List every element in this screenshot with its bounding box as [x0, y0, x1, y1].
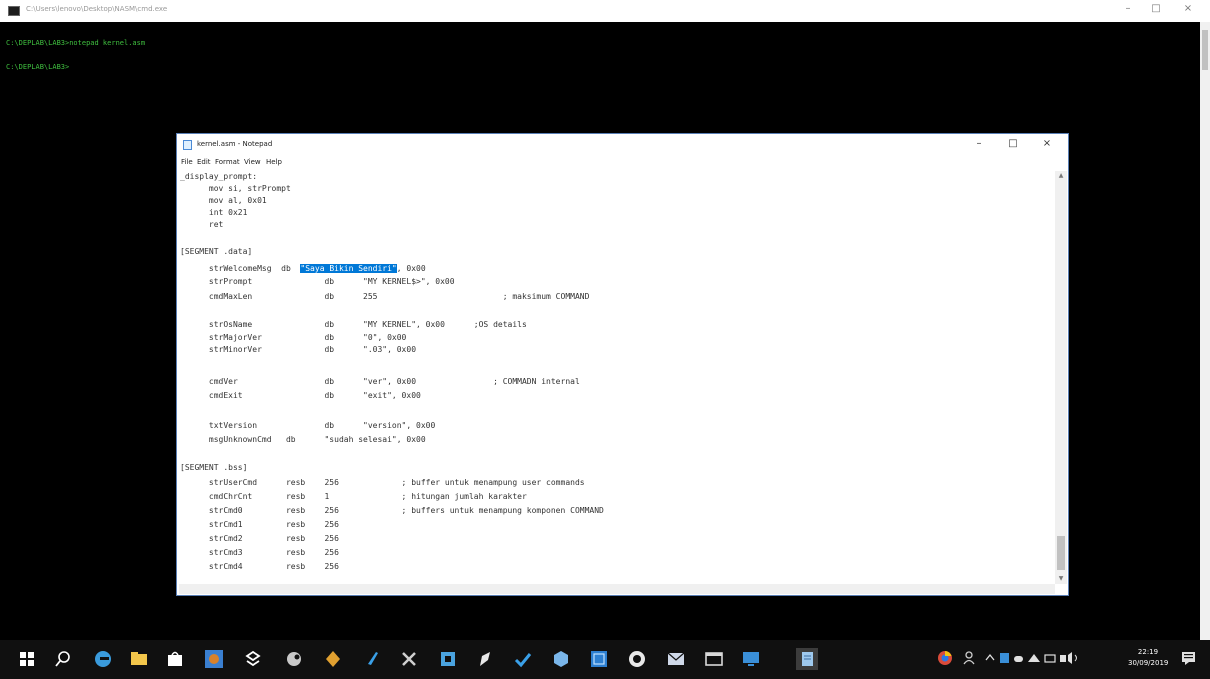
photos-icon[interactable]	[203, 648, 225, 670]
store-icon[interactable]	[164, 648, 186, 670]
close-icon[interactable]: ×	[1037, 138, 1057, 149]
minimize-icon[interactable]: –	[969, 138, 989, 149]
folder-icon[interactable]	[128, 648, 150, 670]
cube-icon[interactable]	[550, 648, 572, 670]
edge-icon[interactable]	[92, 648, 114, 670]
code-line: ret	[180, 220, 224, 229]
console-icon	[8, 6, 20, 16]
code-line: cmdChrCnt resb 1 ; hitungan jumlah karak…	[180, 492, 527, 501]
code-line: [SEGMENT .bss]	[180, 463, 248, 472]
pr-icon[interactable]	[588, 648, 610, 670]
code-line: strOsName db "MY KERNEL", 0x00 ;OS detai…	[180, 320, 527, 329]
selected-text: "Saya Bikin Sendiri"	[300, 264, 397, 273]
vscode-icon[interactable]	[362, 648, 384, 670]
menu-format[interactable]: Format	[215, 158, 240, 166]
code-line: txtVersion db "version", 0x00	[180, 421, 436, 430]
scrollbar-thumb[interactable]	[1202, 30, 1208, 70]
vertical-scrollbar[interactable]: ▲ ▼	[1055, 171, 1067, 584]
text-editor[interactable]: _display_prompt: mov si, strPrompt mov a…	[179, 171, 1055, 584]
code-line: strCmd0 resb 256 ; buffers untuk menampu…	[180, 506, 604, 515]
notepad-taskbar-icon[interactable]	[796, 648, 818, 670]
code-line: cmdExit db "exit", 0x00	[180, 391, 421, 400]
system-tray[interactable]	[998, 650, 1088, 668]
code-line: strCmd1 resb 256	[180, 520, 339, 529]
taskbar: 22:19 30/09/2019	[0, 640, 1210, 679]
code-text: strWelcomeMsg db	[180, 264, 301, 273]
steam-icon[interactable]	[283, 648, 305, 670]
code-line: strCmd2 resb 256	[180, 534, 339, 543]
code-text: , 0x00	[396, 264, 426, 273]
maximize-icon[interactable]: □	[1003, 138, 1023, 149]
console-scrollbar[interactable]	[1200, 22, 1210, 640]
scroll-up-icon[interactable]: ▲	[1055, 171, 1067, 181]
dropbox-icon[interactable]	[242, 648, 264, 670]
clock-time: 22:19	[1137, 648, 1159, 656]
scrollbar-thumb[interactable]	[1057, 536, 1065, 570]
code-line: msgUnknownCmd db "sudah selesai", 0x00	[180, 435, 426, 444]
code-line: mov al, 0x01	[180, 196, 267, 205]
mail-icon[interactable]	[665, 648, 687, 670]
tool-icon[interactable]	[398, 648, 420, 670]
notification-icon[interactable]	[1180, 650, 1198, 668]
notepad-window: kernel.asm - Notepad – □ × File Edit For…	[176, 133, 1069, 596]
start-icon[interactable]	[16, 648, 38, 670]
close-icon[interactable]: ×	[1180, 3, 1196, 14]
code-line: cmdMaxLen db 255 ; maksimum COMMAND	[180, 292, 590, 301]
chrome-tray-icon[interactable]	[937, 650, 953, 668]
menu-bar: File Edit Format View Help	[177, 156, 1068, 170]
menu-edit[interactable]: Edit	[197, 158, 211, 166]
code-line: mov si, strPrompt	[180, 184, 291, 193]
pen-icon[interactable]	[474, 648, 496, 670]
whatsapp-icon[interactable]	[626, 648, 648, 670]
code-line: strUserCmd resb 256 ; buffer untuk menam…	[180, 478, 585, 487]
menu-help[interactable]: Help	[266, 158, 282, 166]
code-line: strPrompt db "MY KERNEL$>", 0x00	[180, 277, 455, 286]
console-titlebar: C:\Users\lenovo\Desktop\NASM\cmd.exe – □…	[0, 0, 1210, 22]
code-line: [SEGMENT .data]	[180, 247, 253, 256]
code-line: strMinorVer db ".03", 0x00	[180, 345, 417, 354]
clock[interactable]: 22:19 30/09/2019	[1128, 647, 1168, 669]
notepad-title: kernel.asm - Notepad	[197, 140, 273, 148]
code-line: _display_prompt:	[180, 172, 258, 181]
maximize-icon[interactable]: □	[1148, 3, 1164, 14]
window-icon[interactable]	[703, 648, 725, 670]
check-icon[interactable]	[512, 648, 534, 670]
code-line: cmdVer db "ver", 0x00 ; COMMADN internal	[180, 377, 580, 386]
menu-view[interactable]: View	[244, 158, 261, 166]
notepad-icon	[183, 140, 192, 150]
console-title: C:\Users\lenovo\Desktop\NASM\cmd.exe	[26, 5, 168, 13]
chevron-up-icon[interactable]	[985, 650, 995, 668]
app-icon[interactable]	[322, 648, 344, 670]
code-line: strCmd4 resb 256	[180, 562, 339, 571]
clock-date: 30/09/2019	[1128, 659, 1169, 667]
minimize-icon[interactable]: –	[1120, 3, 1136, 14]
horizontal-scrollbar[interactable]	[179, 584, 1055, 594]
scroll-down-icon[interactable]: ▼	[1055, 574, 1067, 584]
search-icon[interactable]	[52, 648, 74, 670]
console-line: C:\DEPLAB\LAB3>	[6, 63, 70, 71]
app2-icon[interactable]	[437, 648, 459, 670]
code-line: strWelcomeMsg db "Saya Bikin Sendiri", 0…	[180, 263, 426, 275]
menu-file[interactable]: File	[181, 158, 193, 166]
code-line: strMajorVer db "0", 0x00	[180, 333, 407, 342]
code-line: strCmd3 resb 256	[180, 548, 339, 557]
console-line: C:\DEPLAB\LAB3>notepad kernel.asm	[6, 39, 146, 47]
network-icon[interactable]	[740, 648, 762, 670]
notepad-titlebar[interactable]: kernel.asm - Notepad – □ ×	[177, 134, 1068, 156]
person-icon[interactable]	[962, 650, 976, 668]
code-line: int 0x21	[180, 208, 248, 217]
